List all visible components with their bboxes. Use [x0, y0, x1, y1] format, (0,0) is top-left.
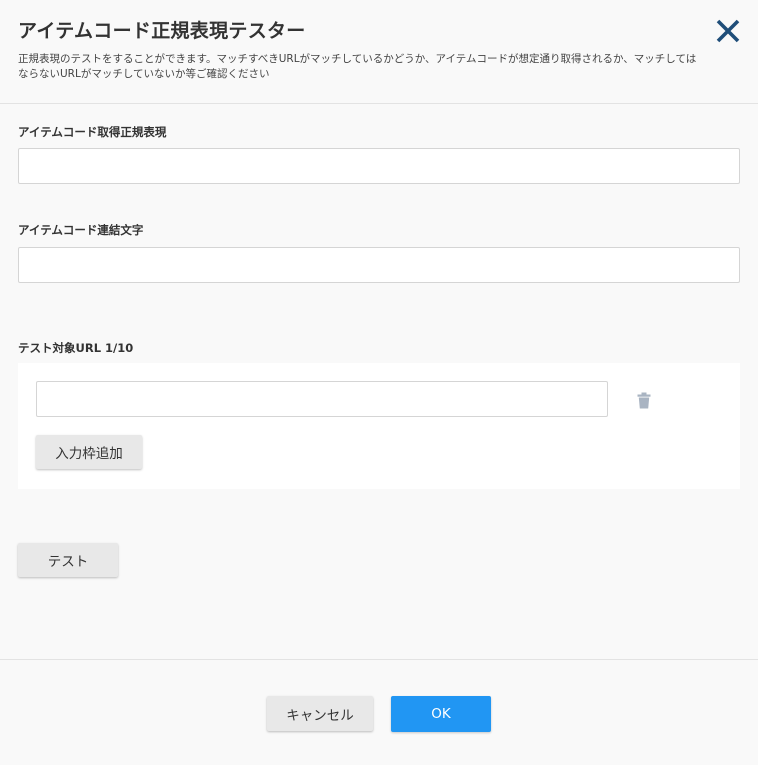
test-button[interactable]: テスト — [18, 543, 118, 577]
dialog-description: 正規表現のテストをすることができます。マッチすべきURLがマッチしているかどうか… — [18, 53, 697, 80]
delete-url-button[interactable] — [636, 392, 652, 410]
regex-field-label: アイテムコード取得正規表現 — [18, 125, 167, 139]
close-icon — [716, 19, 740, 43]
test-url-input[interactable] — [36, 381, 608, 417]
joiner-input[interactable] — [18, 247, 740, 283]
add-url-field-button[interactable]: 入力枠追加 — [36, 435, 142, 469]
trash-icon — [637, 392, 651, 409]
close-button[interactable] — [714, 17, 742, 45]
cancel-button[interactable]: キャンセル — [267, 696, 373, 731]
regex-tester-dialog: アイテムコード正規表現テスター 正規表現のテストをすることができます。マッチすべ… — [0, 0, 758, 765]
regex-input[interactable] — [18, 148, 740, 184]
dialog-title: アイテムコード正規表現テスター — [18, 20, 306, 42]
url-list-panel: 入力枠追加 — [18, 363, 740, 489]
joiner-field-label: アイテムコード連結文字 — [18, 223, 144, 237]
ok-button[interactable]: OK — [391, 696, 491, 732]
dialog-header: アイテムコード正規表現テスター 正規表現のテストをすることができます。マッチすべ… — [0, 0, 758, 104]
url-section-label: テスト対象URL 1/10 — [18, 341, 134, 355]
footer-divider — [0, 659, 758, 660]
